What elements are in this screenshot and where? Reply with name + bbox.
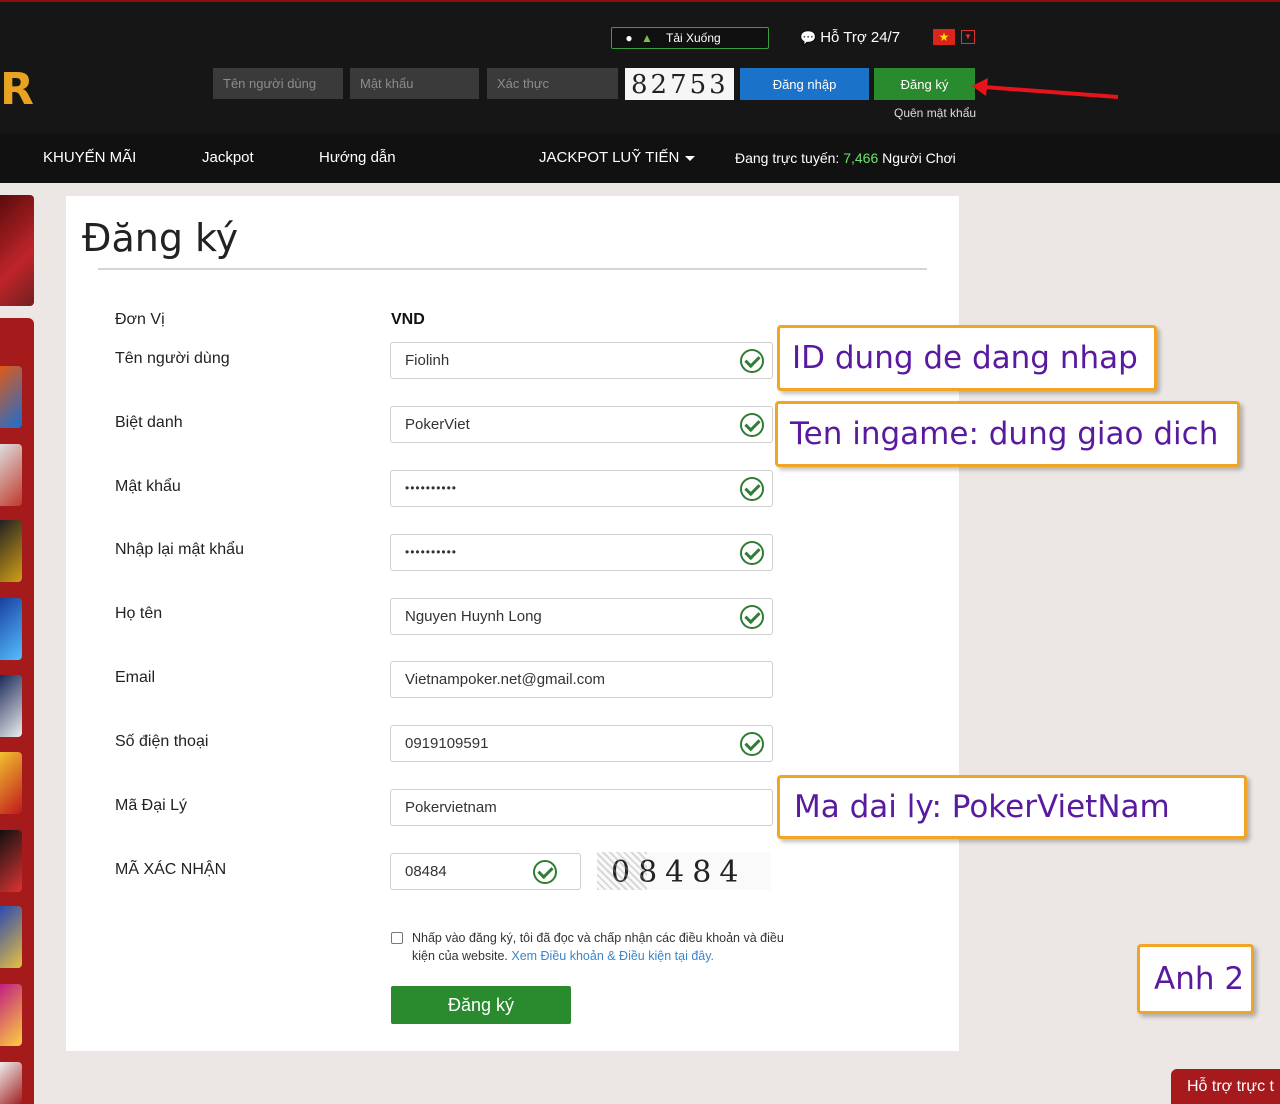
terms-text: Nhấp vào đăng ký, tôi đã đọc và chấp nhậ…: [412, 929, 784, 965]
sidebar-game-thumb[interactable]: [0, 830, 22, 892]
fullname-input[interactable]: Nguyen Huynh Long: [390, 598, 773, 635]
fullname-label: Họ tên: [115, 605, 163, 622]
unit-value: VND: [391, 311, 425, 328]
phone-label: Số điện thoại: [115, 733, 209, 750]
caret-down-icon: [685, 155, 696, 161]
page-title: Đăng ký: [82, 216, 239, 260]
terms-link[interactable]: Xem Điều khoản & Điều kiện tại đây.: [511, 949, 714, 963]
nav-guide[interactable]: Hướng dẫn: [319, 149, 396, 166]
valid-check-icon: [740, 541, 764, 565]
annotation-agent-note: Ma dai ly: PokerVietNam: [777, 775, 1247, 839]
download-label: Tải Xuống: [666, 31, 721, 45]
title-divider: [98, 268, 927, 270]
vietnam-flag-icon[interactable]: ★: [933, 29, 955, 45]
sidebar-banner[interactable]: [0, 195, 34, 306]
password-input[interactable]: ••••••••••: [390, 470, 773, 507]
agent-code-input[interactable]: Pokervietnam: [390, 789, 773, 826]
terms-checkbox[interactable]: [391, 932, 403, 944]
valid-check-icon: [740, 732, 764, 756]
online-prefix: Đang trực tuyến:: [735, 150, 844, 166]
online-count: 7,466: [843, 150, 879, 166]
annotation-ingame-note: Ten ingame: dung giao dich: [775, 401, 1240, 467]
email-label: Email: [115, 669, 156, 686]
apple-icon: ●: [625, 31, 633, 45]
site-logo[interactable]: R: [0, 66, 34, 114]
android-icon: ▲: [641, 31, 653, 45]
sidebar-game-thumb[interactable]: [0, 598, 22, 660]
login-button[interactable]: Đăng nhập: [740, 68, 869, 100]
nav-promotions[interactable]: KHUYẾN MÃI: [43, 149, 136, 166]
sidebar-game-thumb[interactable]: [0, 752, 22, 814]
valid-check-icon: [740, 349, 764, 373]
header-captcha-image: 82753: [625, 68, 734, 100]
nav-progressive-jackpot-label: JACKPOT LUỸ TIẾN: [539, 149, 680, 166]
header-username-input[interactable]: [213, 68, 343, 99]
nav-jackpot[interactable]: Jackpot: [202, 149, 254, 166]
valid-check-icon: [533, 860, 557, 884]
annotation-image-tag: Anh 2: [1137, 944, 1254, 1014]
download-button[interactable]: ● ▲ Tải Xuống: [611, 27, 769, 49]
main-nav: KHUYẾN MÃI Jackpot Hướng dẫn JACKPOT LUỸ…: [0, 133, 1280, 183]
live-support-tab[interactable]: Hỗ trợ trực t: [1171, 1069, 1280, 1104]
captcha-label: MÃ XÁC NHẬN: [115, 861, 227, 878]
agent-code-label: Mã Đại Lý: [115, 797, 188, 814]
username-label: Tên người dùng: [115, 350, 230, 367]
header-password-input[interactable]: [350, 68, 479, 99]
sidebar-game-thumb[interactable]: [0, 906, 22, 968]
register-submit-button[interactable]: Đăng ký: [391, 986, 571, 1024]
captcha-image: 08484: [597, 852, 771, 890]
red-arrow-annotation: [972, 78, 1119, 99]
support-label: Hỗ Trợ 24/7: [820, 29, 901, 46]
language-dropdown-icon[interactable]: ▼: [961, 30, 975, 44]
sidebar-game-thumb[interactable]: [0, 520, 22, 582]
forgot-password-link[interactable]: Quên mật khẩu: [894, 106, 976, 120]
nickname-input[interactable]: PokerViet: [390, 406, 773, 443]
unit-label: Đơn Vị: [115, 311, 165, 328]
valid-check-icon: [740, 605, 764, 629]
sidebar-game-thumb[interactable]: [0, 444, 22, 506]
password-label: Mật khẩu: [115, 478, 181, 495]
sidebar-game-thumb[interactable]: [0, 675, 22, 737]
email-input[interactable]: Vietnampoker.net@gmail.com: [390, 661, 773, 698]
sidebar-game-thumb[interactable]: [0, 984, 22, 1046]
sidebar-game-thumb[interactable]: [0, 1062, 22, 1104]
sidebar-game-thumb[interactable]: [0, 366, 22, 428]
nav-progressive-jackpot[interactable]: JACKPOT LUỸ TIẾN: [539, 149, 696, 166]
valid-check-icon: [740, 477, 764, 501]
password-confirm-label: Nhập lại mật khẩu: [115, 541, 244, 558]
phone-input[interactable]: 0919109591: [390, 725, 773, 762]
register-button-header[interactable]: Đăng ký: [874, 68, 975, 100]
header-captcha-input[interactable]: [487, 68, 618, 99]
top-header: R ● ▲ Tải Xuống 💬 Hỗ Trợ 24/7 ★ ▼ 82753 …: [0, 0, 1280, 133]
annotation-id-note: ID dung de dang nhap: [777, 325, 1157, 391]
online-players: Đang trực tuyến: 7,466 Người Chơi: [735, 150, 956, 166]
support-link[interactable]: 💬 Hỗ Trợ 24/7: [800, 29, 900, 46]
chat-bubble-icon: 💬: [800, 29, 817, 45]
username-input[interactable]: Fiolinh: [390, 342, 773, 379]
nickname-label: Biệt danh: [115, 414, 183, 431]
password-confirm-input[interactable]: ••••••••••: [390, 534, 773, 571]
online-suffix: Người Chơi: [878, 150, 956, 166]
valid-check-icon: [740, 413, 764, 437]
